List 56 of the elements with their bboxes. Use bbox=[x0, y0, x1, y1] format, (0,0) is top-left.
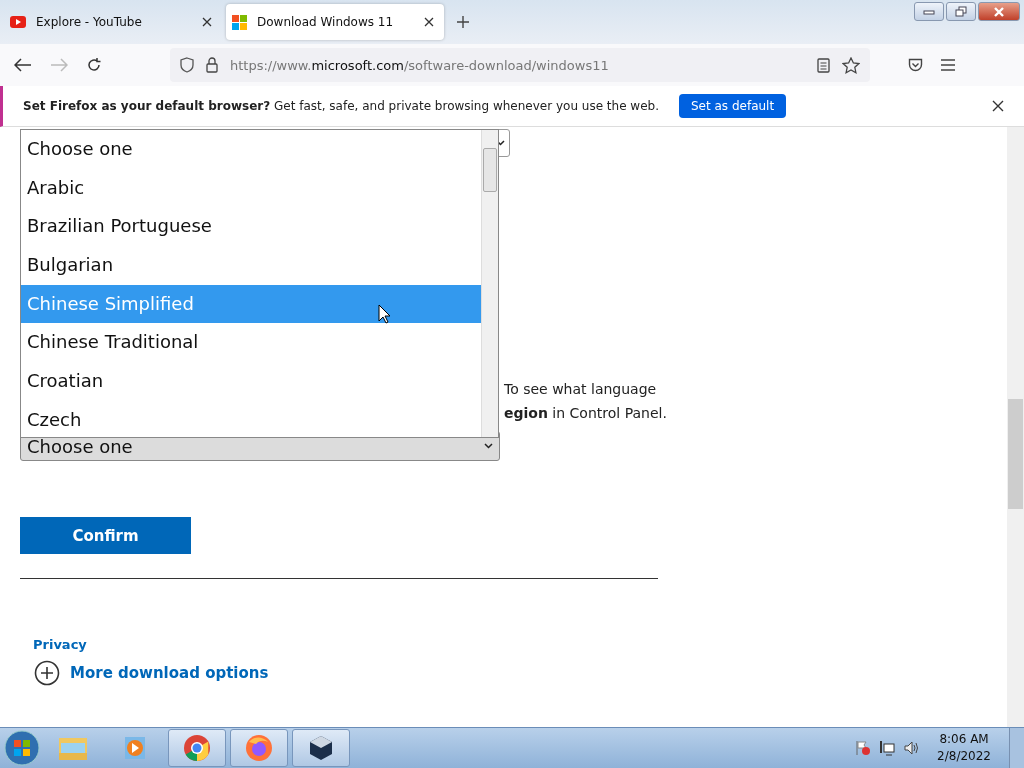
close-tab-icon[interactable] bbox=[424, 17, 434, 27]
pocket-icon[interactable] bbox=[908, 58, 923, 72]
star-icon[interactable] bbox=[842, 56, 860, 74]
address-bar[interactable]: https://www.microsoft.com/software-download/windows11 bbox=[170, 48, 870, 82]
close-icon[interactable] bbox=[992, 100, 1004, 112]
confirm-button[interactable]: Confirm bbox=[20, 517, 191, 554]
clock-date: 2/8/2022 bbox=[937, 748, 991, 765]
network-icon[interactable] bbox=[879, 740, 896, 756]
dropdown-option[interactable]: Brazilian Portuguese bbox=[21, 207, 481, 247]
menu-icon[interactable] bbox=[941, 59, 955, 71]
dropdown-option[interactable]: Croatian bbox=[21, 362, 481, 401]
close-window-button[interactable] bbox=[978, 2, 1020, 21]
four-squares-logo-icon bbox=[232, 14, 247, 30]
lock-icon[interactable] bbox=[206, 57, 218, 73]
close-icon bbox=[993, 6, 1005, 17]
privacy-link[interactable]: Privacy bbox=[33, 637, 87, 652]
back-icon[interactable] bbox=[14, 58, 32, 72]
dropdown-option[interactable]: Chinese Traditional bbox=[21, 323, 481, 363]
reader-view-icon[interactable] bbox=[817, 57, 830, 73]
chevron-down-icon bbox=[496, 140, 505, 146]
play-icon bbox=[122, 735, 148, 761]
chevron-down-icon bbox=[484, 443, 493, 449]
notification-message: Set Firefox as your default browser? Get fast, safe, and private browsing whenever you use the web. bbox=[23, 99, 659, 113]
page-scrollbar[interactable] bbox=[1007, 127, 1024, 727]
scrollbar[interactable] bbox=[481, 130, 498, 437]
play-logo-icon bbox=[10, 16, 26, 28]
speaker-icon[interactable] bbox=[903, 740, 920, 756]
chrome-icon bbox=[183, 734, 211, 762]
minimize-icon bbox=[923, 8, 935, 15]
clock-time: 8:06 AM bbox=[939, 731, 989, 748]
close-tab-icon[interactable] bbox=[202, 17, 212, 27]
cube-icon bbox=[308, 734, 334, 762]
url-text: https://www.microsoft.com/software-download/windows11 bbox=[230, 57, 609, 73]
browser-tab[interactable]: Explore - YouTube bbox=[4, 4, 222, 40]
mouse-cursor-icon bbox=[378, 304, 391, 324]
paragraph-line: egion in Control Panel. bbox=[504, 404, 667, 423]
restore-icon bbox=[955, 6, 967, 17]
browser-tab[interactable]: Download Windows 11 bbox=[226, 4, 444, 40]
firefox-icon bbox=[245, 734, 273, 762]
dropdown-option[interactable]: Arabic bbox=[21, 168, 481, 208]
new-tab-icon[interactable] bbox=[456, 15, 470, 29]
restore-button[interactable] bbox=[946, 2, 976, 21]
dropdown-option[interactable]: Bulgarian bbox=[21, 246, 481, 285]
paragraph-line: To see what language bbox=[504, 380, 658, 399]
taskbar-button[interactable] bbox=[292, 729, 350, 767]
shield-icon[interactable] bbox=[180, 57, 194, 73]
reload-icon[interactable] bbox=[86, 57, 102, 73]
plus-circle-icon[interactable] bbox=[34, 660, 60, 686]
dropdown-option[interactable]: Choose one bbox=[21, 130, 481, 169]
more-download-options-link[interactable]: More download options bbox=[70, 664, 269, 682]
flag-icon[interactable] bbox=[855, 740, 872, 756]
set-as-default-button[interactable]: Set as default bbox=[679, 94, 787, 118]
start-button[interactable] bbox=[4, 730, 40, 766]
folder-icon bbox=[58, 735, 88, 761]
minimize-button[interactable] bbox=[914, 2, 944, 21]
clock[interactable]: 8:06 AM 2/8/2022 bbox=[937, 731, 991, 765]
